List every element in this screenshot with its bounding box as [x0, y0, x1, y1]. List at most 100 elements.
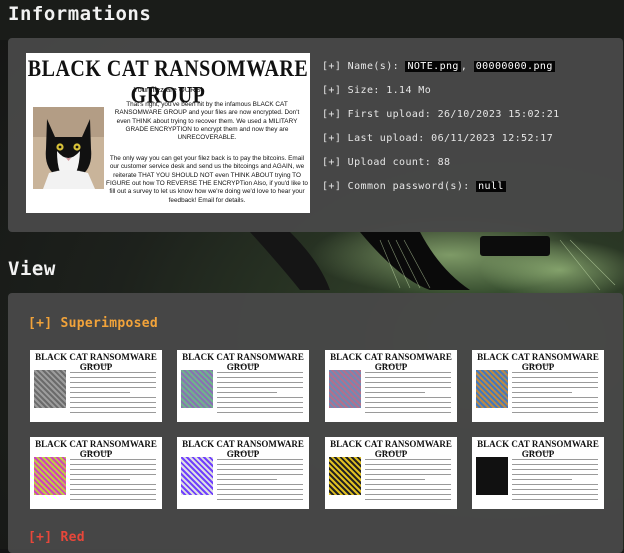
thumbnail-text-line	[512, 372, 598, 373]
view-heading: View	[8, 258, 56, 280]
thumbnail-text-line	[512, 402, 598, 403]
thumbnail-text-line	[512, 484, 598, 485]
thumbnail-text-line	[217, 464, 303, 465]
thumbnail-text-line	[217, 402, 303, 403]
thumbnail-text-line	[217, 392, 277, 393]
thumbnail-text-line	[70, 499, 156, 500]
thumbnail-text-line	[512, 494, 598, 495]
thumbnail-text-line	[217, 412, 303, 413]
thumbnail-text-line	[217, 474, 303, 475]
thumbnail-text-line	[217, 469, 303, 470]
thumbnail-text-line	[217, 489, 303, 490]
thumbnail-text-line	[70, 387, 156, 388]
thumbnail-text-line	[512, 469, 598, 470]
thumbnail-text-line	[512, 489, 598, 490]
names-separator: ,	[460, 61, 474, 72]
thumbnail-cat-image	[34, 370, 66, 408]
meta-names: [+] Name(s): NOTE.png, 00000000.png	[322, 61, 555, 72]
filename-zeros[interactable]: 00000000.png	[473, 61, 555, 72]
thumbnail-text-line	[217, 407, 303, 408]
thumbnail-text-line	[365, 484, 451, 485]
thumbnail-text-line	[70, 474, 156, 475]
note-subtitle: Your filez are OURS!	[133, 85, 203, 94]
ransom-note-preview[interactable]: BLACK CAT RANSOMWARE GROUP Your filez ar…	[26, 53, 310, 213]
thumbnail-cat-image	[181, 457, 213, 495]
thumbnail-superimposed-2[interactable]: BLACK CAT RANSOMWARE GROUP Your filez are…	[177, 350, 309, 422]
thumbnail-text-line	[365, 469, 451, 470]
thumbnail-cat-image	[329, 457, 361, 495]
thumbnail-text-line	[365, 412, 451, 413]
thumbnail-text-line	[512, 499, 598, 500]
thumbnail-text-line	[365, 489, 451, 490]
thumbnail-text-line	[70, 412, 156, 413]
thumbnail-superimposed-1[interactable]: BLACK CAT RANSOMWARE GROUP Your filez are…	[30, 350, 162, 422]
thumbnail-text-line	[70, 489, 156, 490]
thumbnail-text-line	[365, 382, 451, 383]
thumbnail-title: BLACK CAT RANSOMWARE GROUP	[182, 352, 304, 372]
meta-password: [+] Common password(s): null	[322, 181, 506, 192]
thumbnail-text-line	[365, 459, 451, 460]
thumbnail-title: BLACK CAT RANSOMWARE GROUP	[182, 439, 304, 459]
thumbnail-text-line	[70, 479, 130, 480]
password-label: [+] Common password(s):	[322, 181, 477, 192]
thumbnail-superimposed-8[interactable]: BLACK CAT RANSOMWARE GROUP Your filez are…	[472, 437, 604, 509]
thumbnail-text-line	[70, 392, 130, 393]
thumbnail-text-line	[365, 464, 451, 465]
thumbnail-subtitle: Your filez are OURS!	[229, 450, 257, 454]
meta-size: [+] Size: 1.14 Mo	[322, 85, 432, 96]
thumbnail-text-line	[70, 469, 156, 470]
superimposed-heading: [+] Superimposed	[28, 316, 159, 331]
password-value[interactable]: null	[476, 181, 506, 192]
thumbnail-text-line	[70, 407, 156, 408]
black-cat-photo-icon	[33, 107, 104, 189]
view-panel: [+] Superimposed BLACK CAT RANSOMWARE GR…	[8, 293, 623, 553]
thumbnail-text-line	[365, 392, 425, 393]
thumbnail-cat-image	[476, 457, 508, 495]
thumbnail-text-line	[512, 459, 598, 460]
thumbnail-text-line	[512, 464, 598, 465]
thumbnail-text-line	[512, 397, 598, 398]
thumbnail-title: BLACK CAT RANSOMWARE GROUP	[477, 439, 599, 459]
thumbnail-text-line	[365, 479, 425, 480]
thumbnail-text-line	[70, 464, 156, 465]
thumbnail-title: BLACK CAT RANSOMWARE GROUP	[35, 352, 157, 372]
thumbnail-subtitle: Your filez are OURS!	[524, 363, 552, 367]
thumbnail-superimposed-3[interactable]: BLACK CAT RANSOMWARE GROUP Your filez are…	[325, 350, 457, 422]
thumbnail-text-line	[70, 402, 156, 403]
thumbnail-text-line	[512, 387, 598, 388]
thumbnail-text-line	[217, 499, 303, 500]
thumbnail-subtitle: Your filez are OURS!	[82, 363, 110, 367]
thumbnail-text-line	[365, 407, 451, 408]
thumbnail-text-line	[70, 372, 156, 373]
thumbnail-superimposed-6[interactable]: BLACK CAT RANSOMWARE GROUP Your filez are…	[177, 437, 309, 509]
thumbnail-text-line	[365, 499, 451, 500]
note-paragraph-1: That's right, you've been hit by the inf…	[114, 101, 300, 142]
thumbnail-text-line	[217, 387, 303, 388]
thumbnail-title: BLACK CAT RANSOMWARE GROUP	[330, 352, 452, 372]
red-heading: [+] Red	[28, 530, 85, 545]
meta-upload-count: [+] Upload count: 88	[322, 157, 451, 168]
thumbnail-text-line	[512, 479, 572, 480]
filename-note[interactable]: NOTE.png	[405, 61, 461, 72]
thumbnail-text-line	[70, 494, 156, 495]
thumbnail-text-line	[217, 459, 303, 460]
informations-panel: BLACK CAT RANSOMWARE GROUP Your filez ar…	[8, 38, 623, 232]
thumbnail-text-line	[512, 377, 598, 378]
thumbnail-subtitle: Your filez are OURS!	[229, 363, 257, 367]
thumbnail-superimposed-5[interactable]: BLACK CAT RANSOMWARE GROUP Your filez are…	[30, 437, 162, 509]
thumbnail-text-line	[512, 474, 598, 475]
thumbnail-cat-image	[181, 370, 213, 408]
meta-last-upload: [+] Last upload: 06/11/2023 12:52:17	[322, 133, 554, 144]
thumbnail-text-line	[512, 412, 598, 413]
thumbnail-cat-image	[329, 370, 361, 408]
thumbnail-text-line	[365, 387, 451, 388]
thumbnail-text-line	[217, 372, 303, 373]
thumbnail-text-line	[70, 459, 156, 460]
names-label: [+] Name(s):	[322, 61, 406, 72]
thumbnail-superimposed-7[interactable]: BLACK CAT RANSOMWARE GROUP Your filez are…	[325, 437, 457, 509]
thumbnail-text-line	[217, 377, 303, 378]
thumbnail-superimposed-4[interactable]: BLACK CAT RANSOMWARE GROUP Your filez are…	[472, 350, 604, 422]
thumbnail-text-line	[365, 474, 451, 475]
thumbnail-text-line	[217, 382, 303, 383]
thumbnail-text-line	[70, 397, 156, 398]
